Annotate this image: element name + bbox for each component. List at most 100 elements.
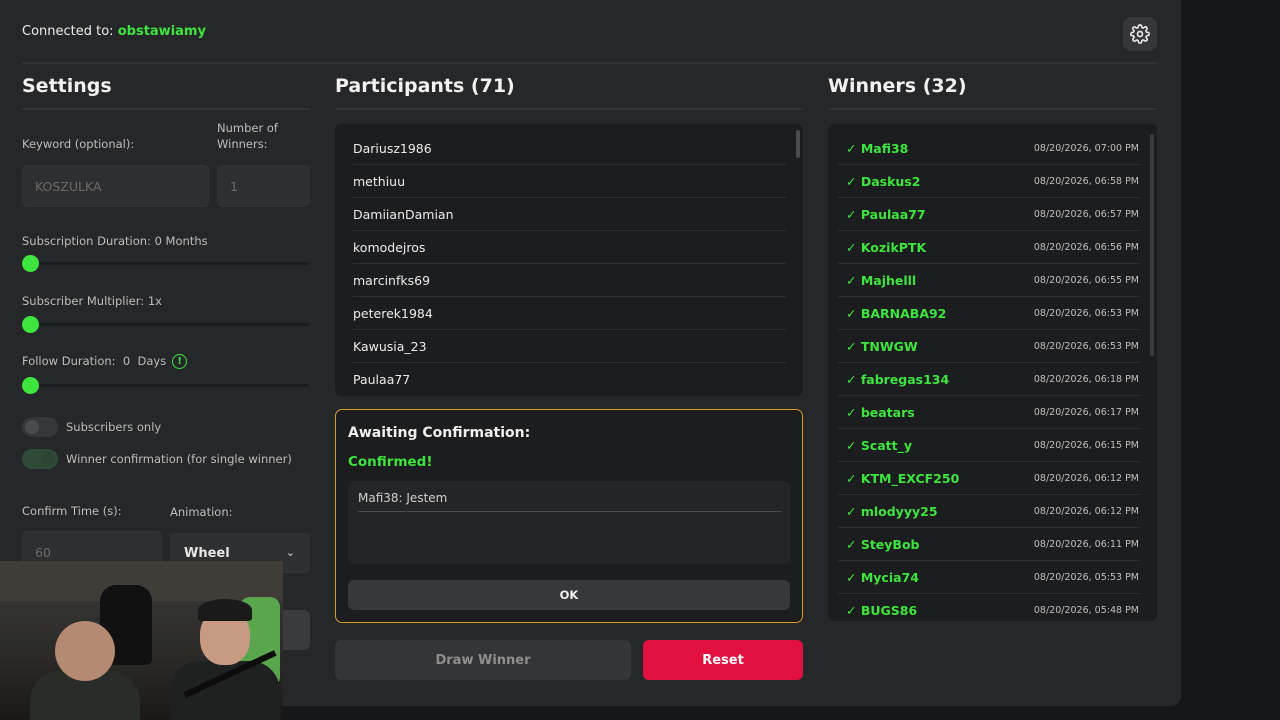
settings-title: Settings — [22, 75, 112, 97]
subscribers-only-label: Subscribers only — [66, 420, 162, 434]
winner-row: ✓ Mafi38 08/20/2026, 07:00 PM — [838, 132, 1140, 165]
winner-name: ✓ BUGS86 — [846, 603, 918, 618]
confirm-time-label: Confirm Time (s): — [22, 504, 122, 518]
winner-time: 08/20/2026, 06:53 PM — [1033, 340, 1139, 352]
winner-row: ✓ BARNABA92 08/20/2026, 06:53 PM — [838, 297, 1140, 330]
winners-count-input[interactable]: 1 — [217, 165, 310, 207]
winner-time: 08/20/2026, 06:56 PM — [1033, 241, 1139, 253]
slider-knob[interactable] — [22, 255, 39, 272]
winner-confirmation-label: Winner confirmation (for single winner) — [66, 452, 292, 466]
confirmation-panel: Awaiting Confirmation: Confirmed! Mafi38… — [335, 409, 803, 623]
winner-time: 08/20/2026, 06:12 PM — [1033, 472, 1139, 484]
winner-name: ✓ beatars — [846, 404, 915, 420]
ok-button[interactable]: OK — [348, 580, 790, 610]
winner-row: ✓ KTM_EXCF250 08/20/2026, 06:12 PM — [838, 462, 1140, 495]
follow-duration-slider[interactable] — [22, 377, 309, 394]
follow-duration-text: Follow Duration: 0 Days — [22, 354, 167, 368]
winner-row: ✓ Paulaa77 08/20/2026, 06:57 PM — [838, 198, 1140, 231]
winners-scrollbar[interactable] — [1150, 134, 1154, 356]
winner-time: 08/20/2026, 06:58 PM — [1033, 175, 1139, 187]
channel-name: obstawiamy — [117, 24, 206, 39]
participant-row: marcinfks69 — [353, 264, 786, 297]
confirmation-chat: Mafi38: Jestem — [348, 481, 790, 564]
winner-name: ✓ SteyBob — [846, 536, 920, 552]
chevron-down-icon: ⌄ — [285, 546, 295, 559]
subscriber-multiplier-slider[interactable] — [22, 316, 309, 333]
toggle-dot — [25, 420, 39, 434]
participant-row: Kawusia_23 — [353, 330, 786, 363]
subscription-duration-label: Subscription Duration: 0 Months — [22, 234, 208, 248]
keyword-input[interactable]: KOSZULKA — [22, 165, 209, 207]
winner-row: ✓ Majhelll 08/20/2026, 06:55 PM — [838, 264, 1140, 297]
participants-title: Participants (71) — [335, 75, 515, 97]
gear-icon — [1130, 24, 1150, 44]
chat-message: Mafi38: Jestem — [358, 491, 782, 512]
webcam-person-left-head — [55, 621, 115, 681]
winner-time: 08/20/2026, 06:57 PM — [1033, 208, 1139, 220]
animation-value: Wheel — [184, 545, 230, 561]
winner-name: ✓ Paulaa77 — [846, 206, 926, 222]
webcam-overlay — [0, 561, 283, 720]
reset-button[interactable]: Reset — [643, 640, 803, 680]
confirmation-title: Awaiting Confirmation: — [348, 425, 531, 441]
keyword-label: Keyword (optional): — [22, 137, 135, 151]
winners-divider — [828, 108, 1157, 110]
subscription-duration-slider[interactable] — [22, 255, 309, 272]
winner-name: ✓ Majhelll — [846, 272, 917, 288]
winner-time: 08/20/2026, 06:15 PM — [1033, 439, 1139, 451]
winner-name: ✓ KozikPTK — [846, 239, 927, 255]
winner-name: ✓ fabregas134 — [846, 371, 950, 387]
winner-row: ✓ Mycia74 08/20/2026, 05:53 PM — [838, 561, 1140, 594]
winner-time: 08/20/2026, 05:48 PM — [1033, 605, 1139, 616]
draw-winner-button[interactable]: Draw Winner — [335, 640, 631, 680]
winners-list[interactable]: ✓ Mafi38 08/20/2026, 07:00 PM ✓ Daskus2 08… — [828, 124, 1157, 621]
winner-row: ✓ KozikPTK 08/20/2026, 06:56 PM — [838, 231, 1140, 264]
participant-row: peterek1984 — [353, 297, 786, 330]
slider-knob[interactable] — [22, 377, 39, 394]
follow-duration-label: Follow Duration: 0 Days! — [22, 354, 188, 369]
winner-row: ✓ BUGS86 08/20/2026, 05:48 PM — [838, 594, 1140, 621]
animation-label: Animation: — [170, 505, 233, 519]
winner-row: ✓ Scatt_y 08/20/2026, 06:15 PM — [838, 429, 1140, 462]
participant-row: DamiianDamian — [353, 198, 786, 231]
winner-row: ✓ SteyBob 08/20/2026, 06:11 PM — [838, 528, 1140, 561]
toggle-dot — [41, 452, 55, 466]
winner-name: ✓ Mycia74 — [846, 569, 919, 585]
winner-time: 08/20/2026, 06:12 PM — [1033, 505, 1139, 517]
settings-button[interactable] — [1123, 17, 1157, 51]
winner-row: ✓ mlodyyy25 08/20/2026, 06:12 PM — [838, 495, 1140, 528]
info-icon[interactable]: ! — [172, 354, 188, 369]
confirmation-status: Confirmed! — [348, 454, 433, 470]
winner-time: 08/20/2026, 06:11 PM — [1033, 538, 1139, 550]
winner-time: 08/20/2026, 06:53 PM — [1033, 307, 1139, 319]
participants-scrollbar[interactable] — [796, 130, 800, 158]
winner-time: 08/20/2026, 06:17 PM — [1033, 406, 1139, 418]
winner-time: 08/20/2026, 07:00 PM — [1033, 142, 1139, 154]
connection-status: Connected to: obstawiamy — [22, 24, 206, 39]
subscribers-only-toggle[interactable] — [22, 417, 58, 437]
participants-divider — [335, 108, 803, 110]
participant-row: Dariusz1986 — [353, 132, 786, 165]
winners-title: Winners (32) — [828, 75, 967, 97]
participant-row: Paulaa77 — [353, 372, 411, 387]
slider-knob[interactable] — [22, 316, 39, 333]
winner-time: 08/20/2026, 05:53 PM — [1033, 571, 1139, 583]
winner-name: ✓ BARNABA92 — [846, 305, 947, 321]
participant-row: komodejros — [353, 231, 786, 264]
winner-name: ✓ Scatt_y — [846, 437, 913, 453]
winner-time: 08/20/2026, 06:18 PM — [1033, 373, 1139, 385]
connected-label: Connected to: — [22, 24, 114, 39]
winners-count-label-line2: Winners: — [217, 137, 268, 151]
subscriber-multiplier-label: Subscriber Multiplier: 1x — [22, 294, 162, 308]
winner-confirmation-toggle[interactable] — [22, 449, 58, 469]
winner-row: ✓ beatars 08/20/2026, 06:17 PM — [838, 396, 1140, 429]
winner-name: ✓ Mafi38 — [846, 140, 909, 156]
winner-name: ✓ TNWGW — [846, 338, 918, 354]
webcam-cap — [198, 599, 252, 621]
winner-name: ✓ mlodyyy25 — [846, 503, 938, 519]
winner-row: ✓ fabregas134 08/20/2026, 06:18 PM — [838, 363, 1140, 396]
winner-time: 08/20/2026, 06:55 PM — [1033, 274, 1139, 286]
participants-list[interactable]: Dariusz1986 methiuu DamiianDamian komode… — [335, 124, 803, 396]
winners-count-label-line1: Number of — [217, 121, 278, 135]
winner-name: ✓ KTM_EXCF250 — [846, 470, 960, 486]
